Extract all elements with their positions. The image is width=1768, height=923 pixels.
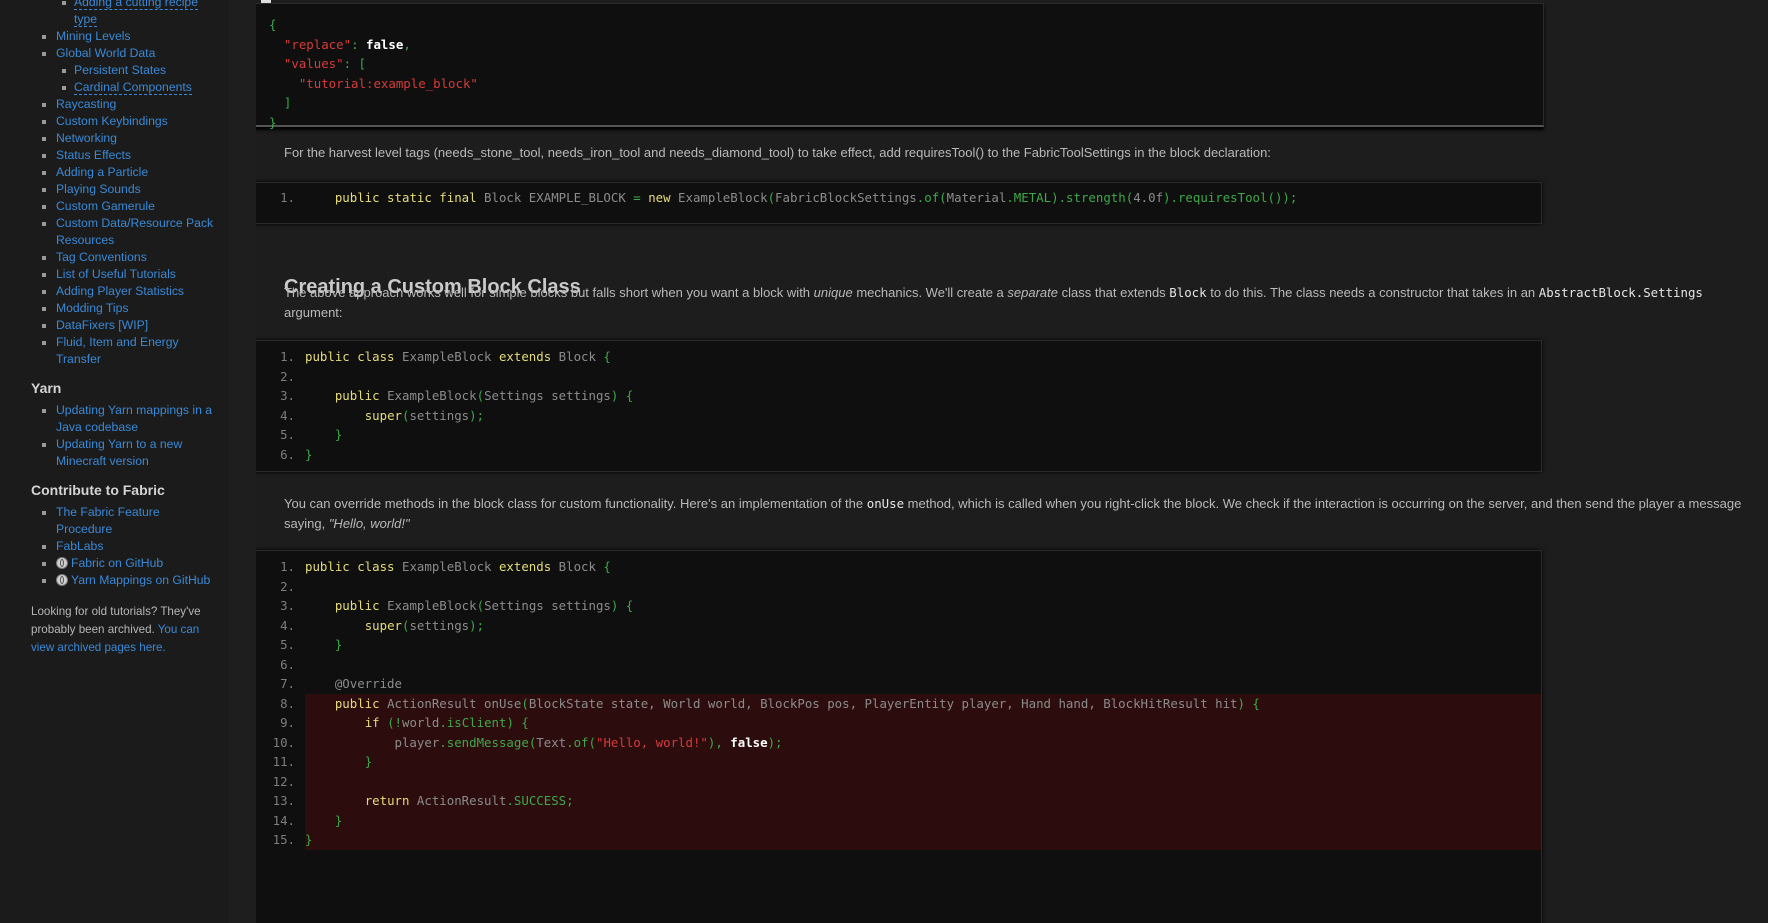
- sidebar-item[interactable]: Playing Sounds: [0, 181, 228, 198]
- sidebar-contribute-item[interactable]: The Fabric Feature Procedure: [0, 504, 228, 538]
- para2-text-a: The above approach works well for simple…: [284, 285, 814, 300]
- sidebar-item[interactable]: Adding a cutting recipe type: [0, 0, 228, 28]
- inline-code-settings: AbstractBlock.Settings: [1538, 285, 1703, 300]
- archive-note: Looking for old tutorials? They've proba…: [0, 603, 228, 657]
- sidebar-link[interactable]: Playing Sounds: [56, 182, 141, 196]
- code-block-on-use: 1. public class ExampleBlock extends Bloc…: [256, 550, 1542, 923]
- sidebar-item[interactable]: Adding a Particle: [0, 164, 228, 181]
- sidebar-yarn-list: Updating Yarn mappings in a Java codebas…: [0, 402, 228, 470]
- json-code-line: }: [269, 114, 277, 130]
- json-code-line: {: [269, 17, 277, 32]
- sidebar-heading-yarn: Yarn: [31, 380, 62, 396]
- main-content: { "replace": false, "values": [ "tutoria…: [256, 0, 1768, 923]
- code-lines: 1. public class ExampleBlock extends Bloc…: [256, 551, 1541, 850]
- sidebar-contribute-item[interactable]: Yarn Mappings on GitHub: [0, 572, 228, 589]
- inline-code-block: Block: [1169, 285, 1207, 300]
- sidebar-tutorial-list: Adding a cutting recipe type Mining Level…: [0, 0, 228, 368]
- sidebar: Adding a cutting recipe type Mining Level…: [0, 0, 229, 923]
- sidebar-yarn-item[interactable]: Updating Yarn to a new Minecraft version: [0, 436, 228, 470]
- sidebar-link[interactable]: Custom Gamerule: [56, 199, 155, 213]
- sidebar-yarn-item[interactable]: Updating Yarn mappings in a Java codebas…: [0, 402, 228, 436]
- json-code-block: { "replace": false, "values": [ "tutoria…: [256, 0, 1544, 130]
- sidebar-contribute-link[interactable]: Yarn Mappings on GitHub: [71, 573, 210, 587]
- json-code-lines: { "replace": false, "values": [ "tutoria…: [256, 4, 1543, 132]
- para2-em-unique: unique: [813, 285, 853, 300]
- sidebar-item[interactable]: Tag Conventions: [0, 249, 228, 266]
- sidebar-yarn-link[interactable]: Updating Yarn to a new Minecraft version: [56, 437, 182, 468]
- sidebar-item[interactable]: List of Useful Tutorials: [0, 266, 228, 283]
- para2-em-separate: separate: [1007, 285, 1058, 300]
- para3-text-a: You can override methods in the block cl…: [284, 496, 867, 511]
- para2-text-d: to do this. The class needs a constructo…: [1206, 285, 1539, 300]
- sidebar-item[interactable]: Custom Gamerule: [0, 198, 228, 215]
- sidebar-item[interactable]: Raycasting: [0, 96, 228, 113]
- sidebar-contribute-item[interactable]: FabLabs: [0, 538, 228, 555]
- sidebar-link[interactable]: Fluid, Item and Energy Transfer: [56, 335, 179, 366]
- code-line: public static final Block EXAMPLE_BLOCK …: [334, 190, 1298, 205]
- custom-block-paragraph: The above approach works well for simple…: [284, 283, 1754, 323]
- scroll-marker: [261, 0, 271, 3]
- para2-text-b: mechanics. We'll create a: [852, 285, 1008, 300]
- sidebar-link[interactable]: Tag Conventions: [56, 250, 147, 264]
- sidebar-link[interactable]: Global World Data: [56, 46, 155, 60]
- sidebar-link[interactable]: Adding a Particle: [56, 165, 148, 179]
- sidebar-item[interactable]: Modding Tips: [0, 300, 228, 317]
- code-lines: 1. public class ExampleBlock extends Bloc…: [280, 349, 634, 462]
- sidebar-link[interactable]: Status Effects: [56, 148, 131, 162]
- sidebar-link[interactable]: Adding Player Statistics: [56, 284, 184, 298]
- json-code-line: "tutorial:example_block": [298, 75, 478, 91]
- sidebar-item[interactable]: Fluid, Item and Energy Transfer: [0, 334, 228, 368]
- sidebar-link[interactable]: Custom Data/Resource Pack Resources: [56, 216, 213, 247]
- line-number: 1.: [280, 190, 295, 205]
- sidebar-link[interactable]: DataFixers [WIP]: [56, 318, 148, 332]
- sidebar-item[interactable]: Custom Data/Resource Pack Resources: [0, 215, 228, 249]
- sidebar-link[interactable]: Modding Tips: [56, 301, 129, 315]
- github-globe-icon: [56, 574, 68, 586]
- sidebar-link[interactable]: Persistent States: [74, 63, 166, 77]
- sidebar-contribute-link[interactable]: FabLabs: [56, 539, 103, 553]
- json-code-line: "values": [: [283, 56, 367, 71]
- sidebar-yarn-link[interactable]: Updating Yarn mappings in a Java codebas…: [56, 403, 212, 434]
- sidebar-contribute-link[interactable]: The Fabric Feature Procedure: [56, 505, 160, 536]
- sidebar-link[interactable]: Networking: [56, 131, 117, 145]
- sidebar-item[interactable]: Mining Levels: [0, 28, 228, 45]
- code-block-example-class: 1. public class ExampleBlock extends Bloc…: [256, 340, 1542, 472]
- para2-text-e: argument:: [284, 305, 343, 320]
- para2-text-c: class that extends: [1058, 285, 1170, 300]
- json-code-line: "replace": false,: [283, 36, 411, 52]
- sidebar-contribute-item[interactable]: Fabric on GitHub: [0, 555, 228, 572]
- sidebar-item[interactable]: DataFixers [WIP]: [0, 317, 228, 334]
- sidebar-item[interactable]: Persistent States: [0, 62, 228, 79]
- sidebar-item[interactable]: Networking: [0, 130, 228, 147]
- sidebar-item[interactable]: Status Effects: [0, 147, 228, 164]
- on-use-paragraph: You can override methods in the block cl…: [284, 494, 1754, 534]
- sidebar-item[interactable]: Cardinal Components: [0, 79, 228, 96]
- sidebar-link[interactable]: Mining Levels: [56, 29, 131, 43]
- sidebar-contribute-list: The Fabric Feature Procedure FabLabs Fabri…: [0, 504, 228, 589]
- sidebar-link[interactable]: Adding a cutting recipe type: [74, 0, 198, 27]
- json-code-line: ]: [283, 95, 292, 110]
- sidebar-link[interactable]: Raycasting: [56, 97, 116, 111]
- github-globe-icon: [56, 557, 68, 569]
- sidebar-divider: [228, 0, 257, 923]
- sidebar-link[interactable]: List of Useful Tutorials: [56, 267, 176, 281]
- para3-em-hello: "Hello, world!": [328, 516, 410, 531]
- sidebar-heading-contribute: Contribute to Fabric: [31, 482, 165, 498]
- sidebar-item[interactable]: Adding Player Statistics: [0, 283, 228, 300]
- code-block-requires-tool: 1. public static final Block EXAMPLE_BLO…: [256, 182, 1542, 224]
- harvest-level-paragraph: For the harvest level tags (needs_stone_…: [284, 145, 1271, 160]
- sidebar-item[interactable]: Custom Keybindings: [0, 113, 228, 130]
- sidebar-link[interactable]: Cardinal Components: [74, 80, 192, 95]
- sidebar-item[interactable]: Global World Data: [0, 45, 228, 62]
- sidebar-link[interactable]: Custom Keybindings: [56, 114, 168, 128]
- inline-code-onuse: onUse: [866, 496, 905, 511]
- sidebar-contribute-link[interactable]: Fabric on GitHub: [71, 556, 163, 570]
